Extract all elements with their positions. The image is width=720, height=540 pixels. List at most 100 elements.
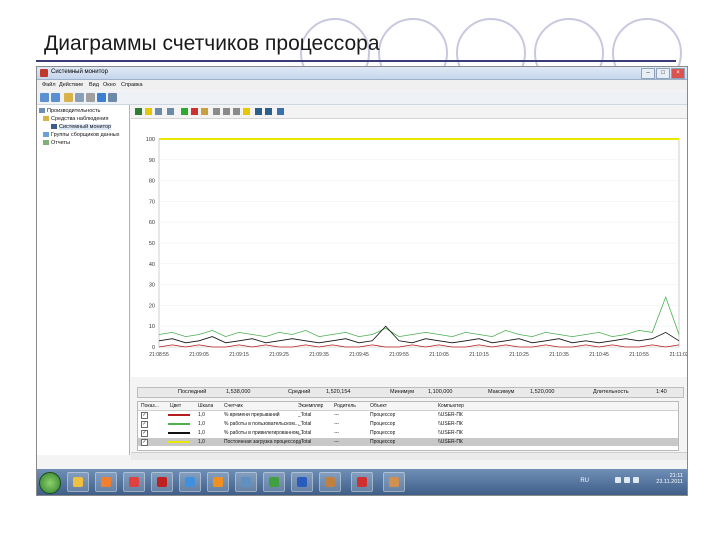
x-tick-label: 21:11:02 xyxy=(669,352,687,358)
row-computer: \\USER-ПК xyxy=(438,430,463,436)
show-checkbox[interactable]: ✓ xyxy=(141,430,148,437)
taskbar-app-notes[interactable] xyxy=(319,472,341,492)
maximize-button[interactable]: □ xyxy=(656,68,670,79)
taskbar-app-utorrent[interactable] xyxy=(263,472,285,492)
help-icon[interactable] xyxy=(277,108,284,115)
folder-icon[interactable] xyxy=(64,93,73,102)
y-tick-label: 90 xyxy=(149,158,155,164)
taskbar-app-network[interactable] xyxy=(179,472,201,492)
taskbar: RU 21:11 23.11.2011 xyxy=(37,469,687,495)
row-color-swatch xyxy=(168,432,190,434)
col-object[interactable]: Объект xyxy=(370,403,387,409)
taskbar-app-word[interactable] xyxy=(291,472,313,492)
close-button[interactable]: × xyxy=(671,68,685,79)
folder-icon xyxy=(43,116,49,122)
table-row[interactable]: ✓ 1,0 % времени прерываний _Total --- Процесс… xyxy=(138,411,678,419)
chrome-icon xyxy=(129,477,139,487)
show-checkbox[interactable]: ✓ xyxy=(141,439,148,446)
col-counter[interactable]: Счетчик xyxy=(224,403,243,409)
window-titlebar[interactable]: Системный монитор – □ × xyxy=(37,67,687,80)
forward-icon[interactable] xyxy=(51,93,60,102)
stat-duration-label: Длительность xyxy=(593,389,629,395)
table-row[interactable]: ✓ 1,0 % работы в пользовательском... _Total… xyxy=(138,420,678,428)
highlight-icon[interactable] xyxy=(201,108,208,115)
taskbar-app-monitor[interactable] xyxy=(235,472,257,492)
row-object: Процессор xyxy=(370,412,396,418)
row-object: Процессор xyxy=(370,439,396,445)
properties-icon[interactable] xyxy=(233,108,240,115)
row-parent: --- xyxy=(334,421,339,427)
tree-item-data-collector-sets[interactable]: Группы сборщиков данных xyxy=(43,132,120,138)
word-icon xyxy=(297,477,307,487)
help-icon[interactable] xyxy=(97,93,106,102)
menu-action[interactable]: Действие xyxy=(59,82,83,88)
row-parent: --- xyxy=(334,412,339,418)
taskbar-app-explorer[interactable] xyxy=(67,472,89,492)
tree-item-monitoring-tools[interactable]: Средства наблюдения xyxy=(43,116,108,122)
zoom-icon[interactable] xyxy=(243,108,250,115)
taskbar-app-tool[interactable] xyxy=(383,472,405,492)
tray-flag-icon[interactable] xyxy=(615,477,621,483)
tray-volume-icon[interactable] xyxy=(633,477,639,483)
x-tick-label: 21:09:05 xyxy=(189,352,209,358)
row-parent: --- xyxy=(334,430,339,436)
show-checkbox[interactable]: ✓ xyxy=(141,421,148,428)
taskbar-app-vlc[interactable] xyxy=(207,472,229,492)
back-icon[interactable] xyxy=(40,93,49,102)
row-instance: _Total xyxy=(298,439,312,445)
change-type-icon[interactable] xyxy=(167,108,174,115)
start-button[interactable] xyxy=(39,472,61,494)
minimize-button[interactable]: – xyxy=(641,68,655,79)
row-color-swatch xyxy=(168,414,190,416)
menu-file[interactable]: Файл xyxy=(42,82,56,88)
tree-item-system-monitor[interactable]: Системный монитор xyxy=(51,124,112,130)
tray-network-icon[interactable] xyxy=(624,477,630,483)
perfmon-window: Системный монитор – □ × Файл Действие Вид … xyxy=(36,66,688,496)
delete-counter-icon[interactable] xyxy=(191,108,198,115)
opera-icon xyxy=(157,477,167,487)
col-parent[interactable]: Родитель xyxy=(334,403,356,409)
menu-bar: Файл Действие Вид Окно Справка xyxy=(37,80,687,90)
freeze-display-icon[interactable] xyxy=(255,108,262,115)
horizontal-scrollbar[interactable] xyxy=(131,452,687,460)
table-row[interactable]: ✓ 1,0 Постоянная загрузка процессора _Total… xyxy=(138,438,678,446)
language-indicator[interactable]: RU xyxy=(580,478,589,484)
update-data-icon[interactable] xyxy=(265,108,272,115)
col-show[interactable]: Показ... xyxy=(141,403,159,409)
table-row[interactable]: ✓ 1,0 % работы в привилегированном... _Tota… xyxy=(138,429,678,437)
show-checkbox[interactable]: ✓ xyxy=(141,412,148,419)
counter-table-header: Показ... Цвет Шкала Счетчик Экземпляр Ро… xyxy=(138,402,678,411)
col-color[interactable]: Цвет xyxy=(170,403,181,409)
row-instance: _Total xyxy=(298,412,312,418)
taskbar-app-opera[interactable] xyxy=(151,472,173,492)
tray-clock[interactable]: 21:11 23.11.2011 xyxy=(656,473,683,485)
export-icon[interactable] xyxy=(86,93,95,102)
console-tree-icon[interactable] xyxy=(75,93,84,102)
properties-icon[interactable] xyxy=(108,93,117,102)
change-graph-icon[interactable] xyxy=(145,108,152,115)
row-scale: 1,0 xyxy=(198,412,205,418)
paste-counter-icon[interactable] xyxy=(223,108,230,115)
tree-item-performance[interactable]: Производительность xyxy=(39,108,100,114)
row-instance: _Total xyxy=(298,421,312,427)
row-counter: Постоянная загрузка процессора xyxy=(224,439,302,445)
add-counter-icon[interactable] xyxy=(181,108,188,115)
media-player-icon xyxy=(101,477,111,487)
view-data-icon[interactable] xyxy=(155,108,162,115)
window-title: Системный монитор xyxy=(51,69,108,75)
menu-view[interactable]: Вид xyxy=(89,82,99,88)
taskbar-app-chrome[interactable] xyxy=(123,472,145,492)
tree-item-reports[interactable]: Отчеты xyxy=(43,140,70,146)
network-icon xyxy=(185,477,195,487)
menu-help[interactable]: Справка xyxy=(121,82,143,88)
col-scale[interactable]: Шкала xyxy=(198,403,213,409)
perfmon-icon xyxy=(357,477,367,487)
menu-window[interactable]: Окно xyxy=(103,82,116,88)
view-graph-icon[interactable] xyxy=(135,108,142,115)
taskbar-app-media-player[interactable] xyxy=(95,472,117,492)
copy-properties-icon[interactable] xyxy=(213,108,220,115)
col-computer[interactable]: Компьютер xyxy=(438,403,464,409)
performance-chart: 100 90 80 70 60 50 40 30 20 10 0 21:08:55 21:09:05 21… xyxy=(131,119,687,377)
taskbar-app-perfmon[interactable] xyxy=(351,472,373,492)
col-instance[interactable]: Экземпляр xyxy=(298,403,323,409)
